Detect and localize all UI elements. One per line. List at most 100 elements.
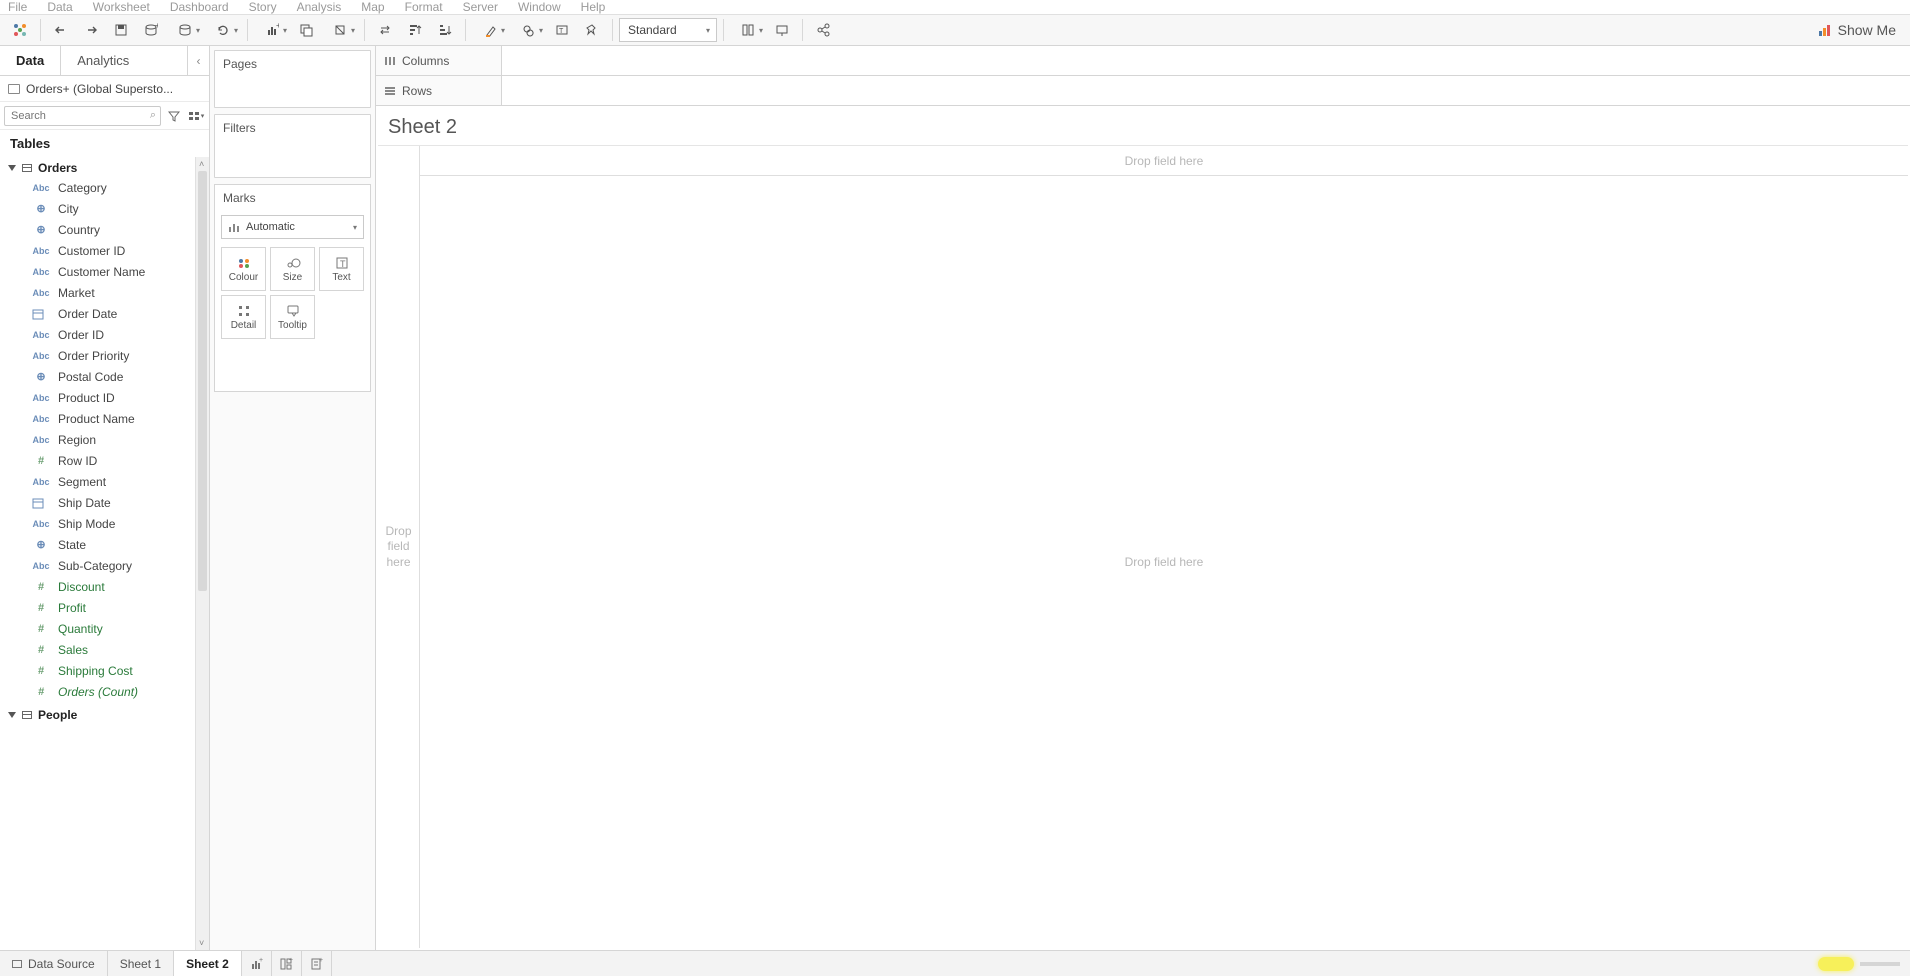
undo-button[interactable]	[47, 17, 75, 43]
table-people[interactable]: People	[0, 706, 209, 724]
colour-card[interactable]: Colour	[221, 247, 266, 291]
show-labels-button[interactable]: T	[548, 17, 576, 43]
menu-story[interactable]: Story	[247, 0, 279, 14]
scroll-down-icon[interactable]: ˅	[199, 938, 204, 948]
new-worksheet-button[interactable]: +	[254, 17, 290, 43]
menu-window[interactable]: Window	[516, 0, 563, 14]
tab-analytics[interactable]: Analytics	[61, 46, 145, 75]
filters-shelf[interactable]: Filters	[214, 114, 371, 178]
field-postal-code[interactable]: ⊕Postal Code	[0, 366, 209, 387]
field-order-id[interactable]: AbcOrder ID	[0, 324, 209, 345]
sort-asc-button[interactable]	[401, 17, 429, 43]
tab-data[interactable]: Data	[0, 46, 61, 75]
scroll-up-icon[interactable]: ˄	[199, 159, 204, 169]
detail-card[interactable]: Detail	[221, 295, 266, 339]
tabstrip: Data Source Sheet 1Sheet 2 + + +	[0, 950, 1910, 976]
field-quantity[interactable]: #Quantity	[0, 618, 209, 639]
duplicate-button[interactable]	[292, 17, 320, 43]
scroll-thumb[interactable]	[198, 171, 207, 591]
group-button[interactable]	[510, 17, 546, 43]
redo-button[interactable]	[77, 17, 105, 43]
size-card[interactable]: Size	[270, 247, 315, 291]
menu-file[interactable]: File	[6, 0, 29, 14]
drop-rows-zone[interactable]: Drop field here	[378, 146, 420, 948]
collapse-pane-button[interactable]: ‹	[187, 46, 209, 75]
menu-server[interactable]: Server	[461, 0, 500, 14]
save-button[interactable]	[107, 17, 135, 43]
tab-sheet-1[interactable]: Sheet 1	[108, 951, 174, 976]
drop-center-zone[interactable]: Drop field here	[420, 176, 1908, 948]
scrollbar[interactable]: ˄ ˅	[195, 157, 209, 950]
presentation-button[interactable]	[768, 17, 796, 43]
fit-select[interactable]: Standard	[619, 18, 717, 42]
view-mode-icon[interactable]: ▾	[187, 107, 205, 125]
columns-shelf[interactable]	[502, 46, 1910, 75]
swap-button[interactable]	[371, 17, 399, 43]
marks-dropzone[interactable]	[215, 345, 370, 391]
shelves-column: Pages Filters Marks Automatic Colour Siz…	[210, 46, 376, 950]
highlight-button[interactable]	[472, 17, 508, 43]
refresh-button[interactable]	[205, 17, 241, 43]
canvas[interactable]: Drop field here Drop field here Drop fie…	[378, 145, 1908, 948]
field-state[interactable]: ⊕State	[0, 534, 209, 555]
field-customer-name[interactable]: AbcCustomer Name	[0, 261, 209, 282]
menu-dashboard[interactable]: Dashboard	[168, 0, 231, 14]
new-dashboard-tab[interactable]: +	[272, 951, 302, 976]
tab-datasource[interactable]: Data Source	[0, 951, 108, 976]
menu-format[interactable]: Format	[403, 0, 445, 14]
sort-desc-button[interactable]	[431, 17, 459, 43]
datasource-item[interactable]: Orders+ (Global Supersto...	[0, 76, 209, 102]
datasource-tab-icon	[12, 960, 22, 968]
field-product-id[interactable]: AbcProduct ID	[0, 387, 209, 408]
tab-sheet-2[interactable]: Sheet 2	[174, 951, 242, 976]
menu-help[interactable]: Help	[579, 0, 608, 14]
field-sales[interactable]: #Sales	[0, 639, 209, 660]
menu-analysis[interactable]: Analysis	[295, 0, 344, 14]
field-order-priority[interactable]: AbcOrder Priority	[0, 345, 209, 366]
field-order-date[interactable]: Order Date	[0, 303, 209, 324]
menu-worksheet[interactable]: Worksheet	[91, 0, 152, 14]
pages-shelf[interactable]: Pages	[214, 50, 371, 108]
text-card[interactable]: TText	[319, 247, 364, 291]
share-button[interactable]	[809, 17, 837, 43]
field-country[interactable]: ⊕Country	[0, 219, 209, 240]
new-worksheet-tab[interactable]: +	[242, 951, 272, 976]
filter-icon[interactable]	[165, 107, 183, 125]
svg-text:T: T	[559, 28, 564, 35]
field-discount[interactable]: #Discount	[0, 576, 209, 597]
datasource-label: Orders+ (Global Supersto...	[26, 82, 173, 96]
collapse-icon	[8, 712, 16, 718]
field-row-id[interactable]: #Row ID	[0, 450, 209, 471]
field-sub-category[interactable]: AbcSub-Category	[0, 555, 209, 576]
pause-updates-button[interactable]	[167, 17, 203, 43]
field-orders-count-[interactable]: #Orders (Count)	[0, 681, 209, 702]
clear-button[interactable]	[322, 17, 358, 43]
tooltip-card[interactable]: Tooltip	[270, 295, 315, 339]
field-profit[interactable]: #Profit	[0, 597, 209, 618]
drop-columns-zone[interactable]: Drop field here	[420, 146, 1908, 176]
field-ship-mode[interactable]: AbcShip Mode	[0, 513, 209, 534]
field-category[interactable]: AbcCategory	[0, 177, 209, 198]
rows-shelf[interactable]	[502, 76, 1910, 105]
new-datasource-button[interactable]: +	[137, 17, 165, 43]
table-orders[interactable]: Orders	[0, 159, 209, 177]
field-market[interactable]: AbcMarket	[0, 282, 209, 303]
search-input[interactable]: ⌕	[4, 106, 161, 126]
show-cards-button[interactable]	[730, 17, 766, 43]
field-segment[interactable]: AbcSegment	[0, 471, 209, 492]
logo-button[interactable]	[6, 17, 34, 43]
field-city[interactable]: ⊕City	[0, 198, 209, 219]
field-ship-date[interactable]: Ship Date	[0, 492, 209, 513]
menu-map[interactable]: Map	[359, 0, 386, 14]
field-customer-id[interactable]: AbcCustomer ID	[0, 240, 209, 261]
new-story-tab[interactable]: +	[302, 951, 332, 976]
tables-header: Tables	[0, 130, 209, 157]
field-region[interactable]: AbcRegion	[0, 429, 209, 450]
field-shipping-cost[interactable]: #Shipping Cost	[0, 660, 209, 681]
sheet-title[interactable]: Sheet 2	[376, 106, 1910, 145]
pin-button[interactable]	[578, 17, 606, 43]
menu-data[interactable]: Data	[45, 0, 74, 14]
show-me-button[interactable]: Show Me	[1810, 22, 1904, 38]
mark-type-select[interactable]: Automatic	[221, 215, 364, 239]
field-product-name[interactable]: AbcProduct Name	[0, 408, 209, 429]
